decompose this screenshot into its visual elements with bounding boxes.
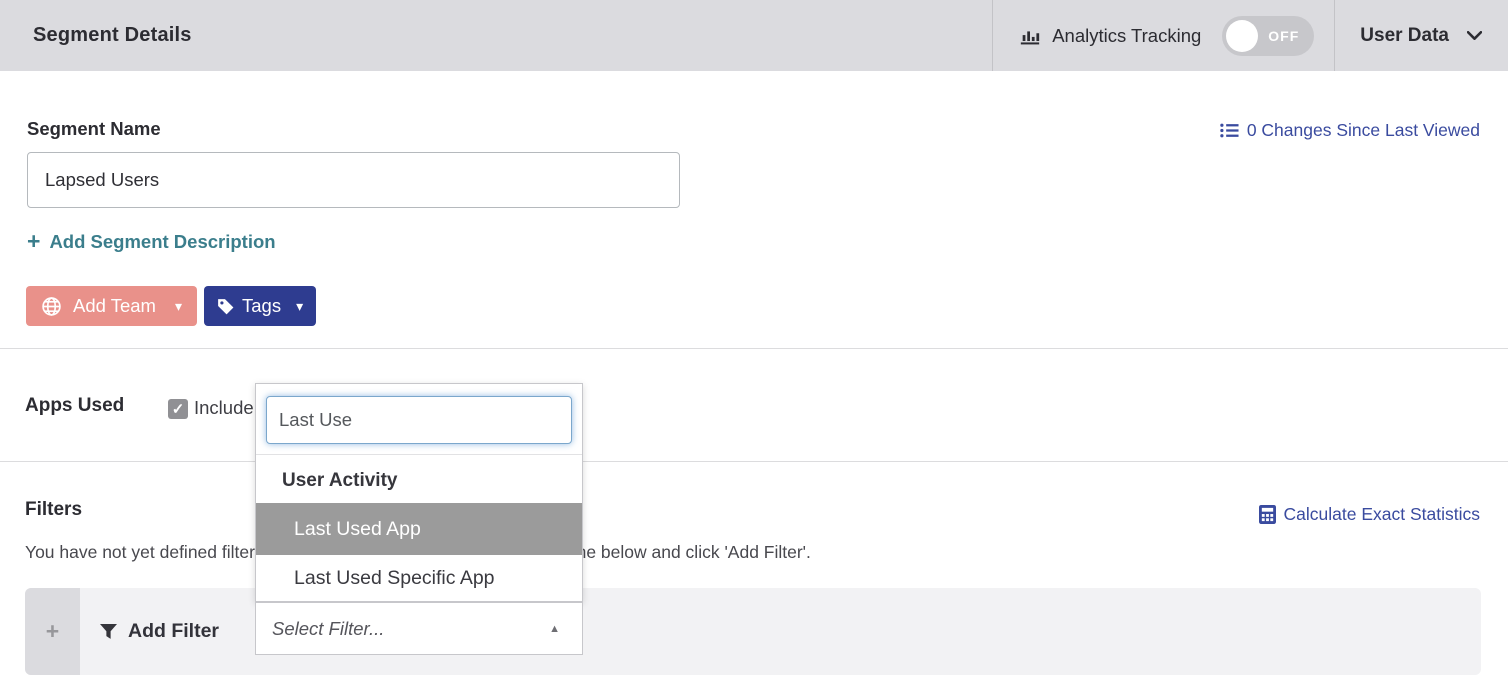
team-tags-row: Add Team ▾ Tags ▾ xyxy=(26,286,316,326)
tags-button[interactable]: Tags ▾ xyxy=(204,286,316,326)
list-icon xyxy=(1220,122,1239,139)
user-data-dropdown[interactable]: User Data xyxy=(1335,25,1508,47)
add-segment-description-link[interactable]: + Add Segment Description xyxy=(27,231,276,253)
add-team-label: Add Team xyxy=(73,295,156,317)
calculate-exact-statistics-label: Calculate Exact Statistics xyxy=(1284,504,1480,525)
page-header: Segment Details Analytics Tracking OFF xyxy=(0,0,1508,71)
add-filter-button[interactable]: Add Filter xyxy=(100,588,219,675)
page-title: Segment Details xyxy=(33,24,192,47)
caret-down-icon: ▾ xyxy=(175,299,182,313)
analytics-tracking-control: Analytics Tracking OFF xyxy=(993,16,1334,56)
segment-name-label: Segment Name xyxy=(27,118,161,140)
plus-icon: + xyxy=(46,618,59,645)
globe-icon xyxy=(41,296,62,317)
filter-select-placeholder: Select Filter... xyxy=(272,618,384,640)
include-label: Include xyxy=(194,397,254,419)
add-filter-bar: + Add Filter xyxy=(25,588,1481,675)
section-divider xyxy=(0,348,1508,349)
calculator-icon xyxy=(1259,505,1276,524)
tags-label: Tags xyxy=(242,295,281,317)
changes-since-label: 0 Changes Since Last Viewed xyxy=(1247,120,1480,141)
section-divider xyxy=(0,461,1508,462)
caret-up-icon: ▲ xyxy=(549,623,560,635)
add-filter-plus-cell[interactable]: + xyxy=(25,588,80,675)
toggle-knob xyxy=(1226,20,1258,52)
changes-since-link[interactable]: 0 Changes Since Last Viewed xyxy=(1220,120,1480,141)
add-filter-label: Add Filter xyxy=(128,620,219,643)
include-checkbox[interactable]: ✓ xyxy=(168,399,188,419)
analytics-tracking-label: Analytics Tracking xyxy=(1052,25,1201,47)
filter-search-wrap xyxy=(256,384,582,454)
caret-down-icon: ▾ xyxy=(296,299,303,313)
analytics-tracking-toggle[interactable]: OFF xyxy=(1222,16,1314,56)
apps-used-label: Apps Used xyxy=(25,395,124,417)
filters-heading: Filters xyxy=(25,499,82,521)
chevron-down-icon xyxy=(1467,31,1482,41)
check-icon: ✓ xyxy=(172,402,185,417)
dropdown-option-last-used-specific-app[interactable]: Last Used Specific App xyxy=(256,555,582,601)
dropdown-group-label: User Activity xyxy=(256,455,582,503)
segment-details-page: Segment Details Analytics Tracking OFF xyxy=(0,0,1508,690)
user-data-label: User Data xyxy=(1360,25,1449,47)
filter-options-list: User Activity Last Used App Last Used Sp… xyxy=(256,454,582,601)
add-team-button[interactable]: Add Team ▾ xyxy=(26,286,197,326)
segment-name-input[interactable] xyxy=(27,152,680,208)
bar-chart-icon xyxy=(1019,25,1041,47)
add-segment-description-label: Add Segment Description xyxy=(49,231,275,253)
plus-icon: + xyxy=(27,230,40,253)
calculate-exact-statistics-link[interactable]: Calculate Exact Statistics xyxy=(1259,504,1480,525)
filter-search-input[interactable] xyxy=(266,396,572,444)
header-actions: Analytics Tracking OFF User Data xyxy=(992,0,1508,71)
dropdown-option-last-used-app[interactable]: Last Used App xyxy=(256,503,582,555)
tag-icon xyxy=(216,297,235,316)
toggle-state-label: OFF xyxy=(1268,16,1299,56)
filter-funnel-icon xyxy=(100,624,117,640)
filter-select[interactable]: Select Filter... ▲ xyxy=(255,602,583,655)
filter-dropdown-panel: User Activity Last Used App Last Used Sp… xyxy=(255,383,583,602)
